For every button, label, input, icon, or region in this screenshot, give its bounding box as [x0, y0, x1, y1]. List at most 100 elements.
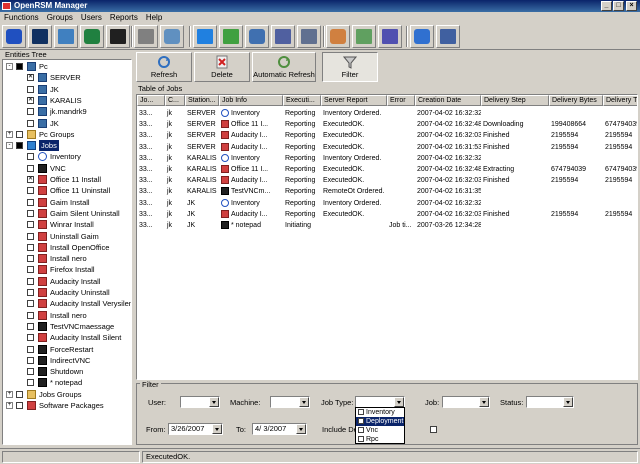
tree-item-node[interactable]: JK [3, 84, 131, 95]
column-header[interactable]: Error [387, 95, 415, 106]
table-row[interactable]: 33... jk SERVER Inventory Reporting Inventory… [137, 108, 637, 119]
tree-checkbox[interactable] [27, 379, 34, 387]
option-checkbox[interactable] [358, 418, 364, 424]
column-header[interactable]: Jo... [137, 95, 165, 106]
tree-item-node[interactable]: JK [3, 118, 131, 129]
tree-checkbox[interactable] [16, 63, 23, 70]
job-type-option[interactable]: Deployment [356, 417, 404, 426]
tree-item-node[interactable]: Install OpenOffice [3, 242, 131, 253]
tree-item-node[interactable]: Audacity Install Silent [3, 332, 131, 343]
tree-checkbox[interactable] [27, 198, 34, 206]
table-row[interactable]: 33... jk KARALIS Inventory Reporting Inventor… [137, 153, 637, 164]
toolbar-button-chart[interactable] [352, 25, 376, 48]
toolbar-button-deploy[interactable] [271, 25, 295, 48]
calendar-dropdown-icon[interactable] [296, 424, 306, 434]
tree-checkbox[interactable] [16, 390, 23, 398]
maximize-button[interactable]: □ [613, 1, 624, 11]
toolbar-button-monitor[interactable] [80, 25, 104, 48]
tree-checkbox[interactable]: ✕ [27, 176, 34, 183]
tree-checkbox[interactable] [27, 243, 34, 251]
toolbar-button-gear[interactable] [134, 25, 158, 48]
table-row[interactable]: 33... jk KARALIS TestVNCm... Reporting Remote… [137, 186, 637, 197]
menu-reports[interactable]: Reports [106, 12, 142, 23]
tree-item-node[interactable]: ForceRestart [3, 344, 131, 355]
job-type-dropdown[interactable]: Inventory Deployment Vnc Rpc [355, 407, 405, 444]
user-select[interactable] [180, 396, 220, 408]
tree-group-node[interactable]: + Jobs Groups [3, 389, 131, 400]
column-header[interactable]: Job Info [219, 95, 283, 106]
tree-checkbox[interactable] [27, 187, 34, 195]
tree-item-node[interactable]: VNC [3, 163, 131, 174]
job-type-option[interactable]: Rpc [356, 435, 404, 444]
table-row[interactable]: 33... jk JK * notepad Initiating Job ti... 200… [137, 220, 637, 231]
toolbar-button-network[interactable] [245, 25, 269, 48]
minimize-button[interactable]: _ [601, 1, 612, 11]
title-bar[interactable]: OpenRSM Manager _ □ × [0, 0, 640, 12]
collapse-toggle-icon[interactable]: - [6, 63, 13, 70]
tree-checkbox[interactable] [27, 221, 34, 229]
toolbar-button-packages[interactable] [219, 25, 243, 48]
tree-item-node[interactable]: Inventory [3, 151, 131, 162]
tree-checkbox[interactable] [27, 232, 34, 240]
filter-button[interactable]: Filter [322, 52, 378, 82]
toolbar-button-report[interactable] [297, 25, 321, 48]
tree-group-node[interactable]: - Pc [3, 61, 131, 72]
tree-item-node[interactable]: Audacity Install [3, 276, 131, 287]
jobs-table[interactable]: Jo... C... Station... Job Info Executi... Ser… [136, 94, 638, 380]
chevron-down-icon[interactable] [563, 397, 573, 407]
menu-functions[interactable]: Functions [0, 12, 43, 23]
tree-group-node[interactable]: + Pc Groups [3, 129, 131, 140]
entities-tree[interactable]: - Pc ✕ SERVER JK ✕ KARALIS jk.mandrk9 JK + Pc Grou… [2, 59, 132, 445]
tree-item-node[interactable]: Audacity Install Verysilent [3, 298, 131, 309]
toolbar-button-globe[interactable] [410, 25, 434, 48]
refresh-button[interactable]: Refresh [136, 52, 192, 82]
from-date-picker[interactable]: 3/26/2007 [168, 423, 223, 435]
tree-item-node[interactable]: IndirectVNC [3, 355, 131, 366]
toolbar-button-computer[interactable] [54, 25, 78, 48]
collapse-toggle-icon[interactable]: - [6, 142, 13, 150]
job-select[interactable] [442, 396, 490, 408]
option-checkbox[interactable] [358, 409, 364, 415]
toolbar-button-cube[interactable] [193, 25, 217, 48]
tree-group-node[interactable]: + Software Packages [3, 400, 131, 411]
table-row[interactable]: 33... jk SERVER Office 11 I... Reporting Exec… [137, 119, 637, 130]
toolbar-button-pcs[interactable] [436, 25, 460, 48]
tree-checkbox[interactable]: ✕ [27, 96, 34, 104]
table-row[interactable]: 33... jk JK Inventory Reporting Inventory Ord… [137, 198, 637, 209]
option-checkbox[interactable] [358, 427, 364, 433]
table-row[interactable]: 33... jk JK Audacity I... Reporting ExecutedO… [137, 209, 637, 220]
expand-toggle-icon[interactable]: + [6, 130, 13, 138]
tree-checkbox[interactable] [27, 119, 34, 127]
tree-item-node[interactable]: Gaim Install [3, 197, 131, 208]
expand-toggle-icon[interactable]: + [6, 402, 13, 409]
tree-checkbox[interactable] [27, 209, 34, 217]
tree-item-node[interactable]: Winrar Install [3, 219, 131, 230]
tree-item-node[interactable]: Office 11 Uninstall [3, 185, 131, 196]
tree-checkbox[interactable] [27, 345, 34, 353]
tree-item-node[interactable]: Firefox Install [3, 264, 131, 275]
tree-item-node[interactable]: Uninstall Gaim [3, 231, 131, 242]
close-button[interactable]: × [626, 1, 637, 11]
column-header[interactable]: Executi... [283, 95, 321, 106]
automatic-refresh-button[interactable]: Automatic Refresh [252, 52, 316, 82]
tree-checkbox[interactable] [27, 300, 34, 308]
tree-checkbox[interactable] [27, 311, 34, 319]
toolbar-button-users[interactable] [326, 25, 350, 48]
job-type-option[interactable]: Inventory [356, 408, 404, 417]
column-header[interactable]: Delivery Step [481, 95, 549, 106]
toolbar-button-tools[interactable] [160, 25, 184, 48]
include-deleted-checkbox[interactable] [430, 426, 437, 433]
tree-checkbox[interactable] [27, 255, 34, 263]
tree-checkbox[interactable] [27, 108, 34, 116]
tree-item-node[interactable]: TestVNCmaessage [3, 321, 131, 332]
tree-checkbox[interactable] [27, 164, 34, 172]
option-checkbox[interactable] [358, 436, 364, 442]
column-header[interactable]: Creation Date [415, 95, 481, 106]
tree-checkbox[interactable] [27, 277, 34, 285]
tree-item-node[interactable]: Install nero [3, 310, 131, 321]
tree-item-node[interactable]: Gaim Silent Uninstall [3, 208, 131, 219]
tree-item-node[interactable]: jk.mandrk9 [3, 106, 131, 117]
chevron-down-icon[interactable] [479, 397, 489, 407]
to-date-picker[interactable]: 4/ 3/2007 [252, 423, 307, 435]
machine-select[interactable] [270, 396, 310, 408]
